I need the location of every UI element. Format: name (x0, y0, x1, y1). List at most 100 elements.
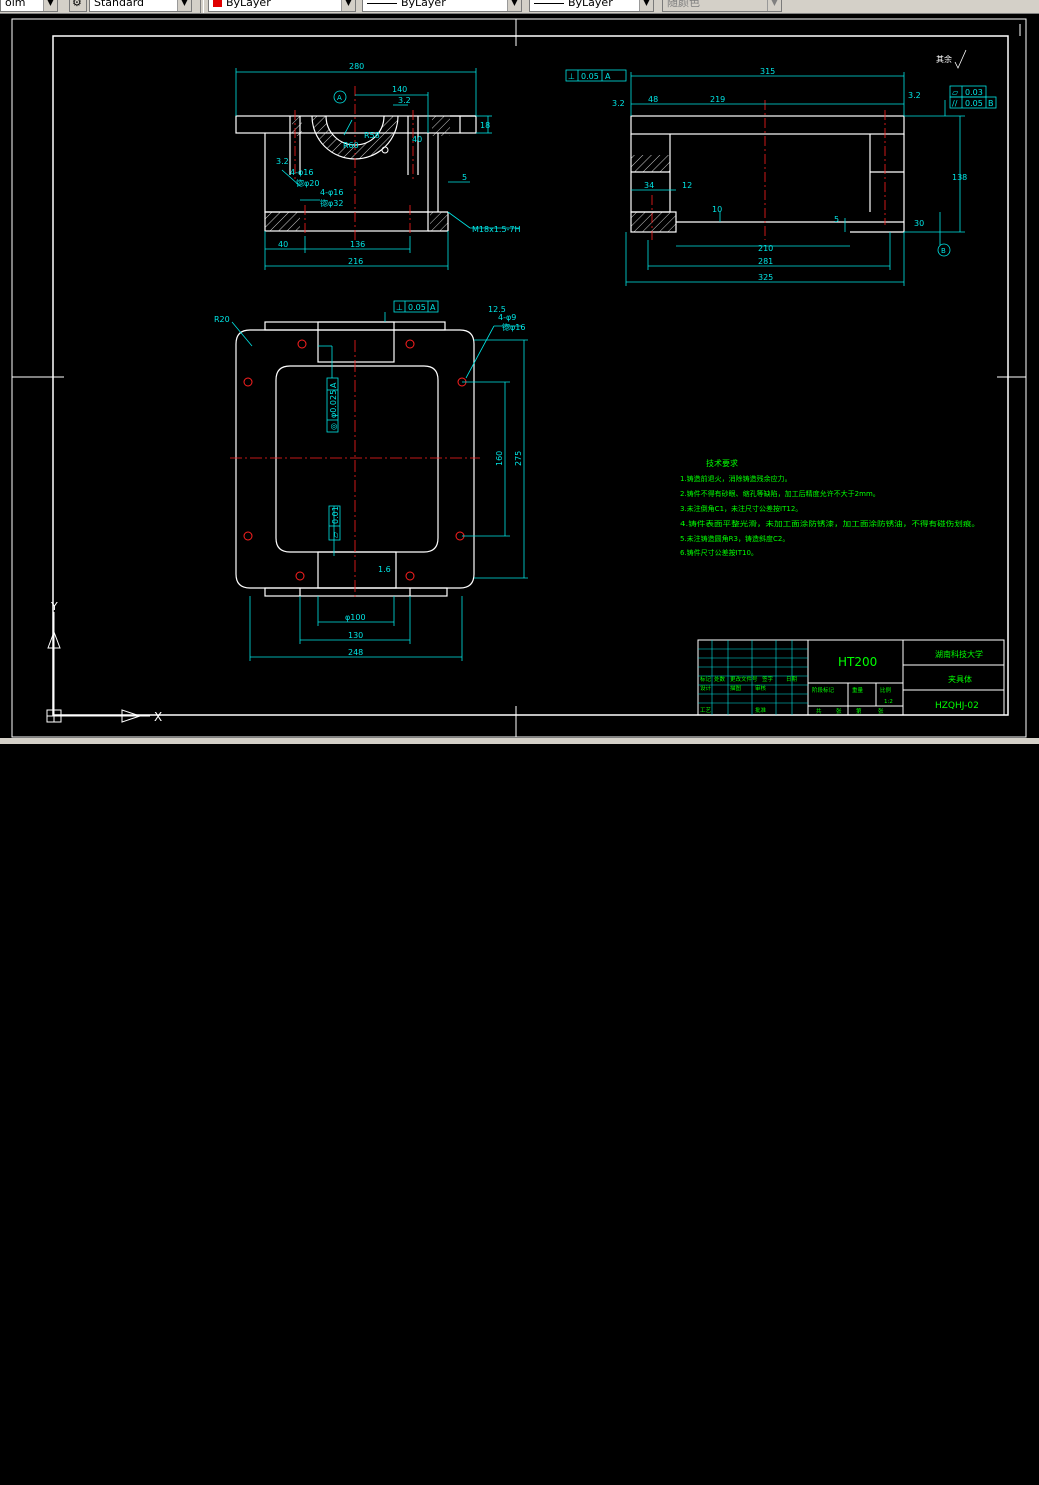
tolerance-datum: A (430, 303, 436, 312)
parallelism-value: 0.05 (965, 99, 983, 108)
part-name: 夹具体 (948, 674, 972, 684)
tech-requirements: 技术要求 1.铸造前退火，消除铸造残余应力。 2.铸件不得有砂眼、缩孔等缺陷，加… (680, 458, 980, 557)
tech-item-3: 3.未注倒角C1，未注尺寸公差按IT12。 (680, 504, 802, 513)
lineweight-select[interactable]: ByLayer ▼ (529, 0, 654, 12)
row-review: 审核 (755, 684, 767, 692)
school-name: 湖南科技大学 (935, 649, 983, 659)
flatness-symbol: ▱ (952, 88, 959, 97)
roughness-3-2: 3.2 (398, 96, 411, 105)
dim-style-select[interactable]: Standard ▼ (89, 0, 192, 12)
drawing-border (52, 35, 1009, 716)
color-swatch (213, 0, 222, 7)
flatness-value: 0.01 (331, 506, 340, 524)
stage-label: 阶段标记 (812, 686, 835, 694)
tech-item-6: 6.铸件尺寸公差按IT10。 (680, 548, 758, 557)
dim-counterbore-20: 锪φ20 (296, 178, 319, 188)
chevron-down-icon[interactable]: ▼ (639, 0, 653, 11)
sheet-outer-frame (11, 18, 1027, 738)
ucs-y-label: Y (50, 600, 58, 613)
header-cell-sign: 签字 (762, 675, 774, 683)
dim-phi100: φ100 (345, 613, 366, 622)
dim-140: 140 (392, 85, 407, 94)
drawing-number: HZQHJ-02 (935, 701, 979, 711)
scale-label: 比例 (880, 686, 892, 694)
datum-b-label: B (941, 247, 946, 255)
dim-40: 40 (412, 135, 422, 144)
dim-30: 30 (914, 219, 924, 228)
properties-toolbar: olm ▼ ⚙ Standard ▼ ByLayer ▼ ByLayer ▼ ByLay… (0, 0, 1039, 14)
dim-4-phi9: 4-φ9 (498, 313, 516, 322)
linetype-select[interactable]: ByLayer ▼ (362, 0, 522, 12)
dim-136: 136 (350, 240, 365, 249)
dim-275: 275 (514, 451, 523, 466)
parallelism-symbol: // (952, 99, 958, 108)
dim-219: 219 (710, 95, 725, 104)
section-hatch (631, 212, 676, 232)
tech-item-2: 2.铸件不得有砂眼、缩孔等缺陷，加工后精度允许不大于2mm。 (680, 489, 880, 498)
ucs-icon: Y X (46, 600, 162, 724)
section-hatch (432, 116, 450, 136)
header-cell-count: 处数 (714, 675, 726, 683)
dim-210: 210 (758, 244, 773, 253)
chevron-down-icon[interactable]: ▼ (177, 0, 191, 11)
text-style-select[interactable]: olm ▼ (0, 0, 58, 12)
roughness-3-2-right: 3.2 (908, 91, 921, 100)
tech-requirements-title: 技术要求 (706, 458, 738, 468)
front-view: A 280 140 3.2 18 R60 R58 40 3.2 4-φ16 锪φ… (235, 62, 521, 270)
dim-34: 34 (644, 181, 654, 190)
section-hatch (265, 212, 300, 231)
dim-counterbore-16: 锪φ16 (502, 322, 525, 332)
dim-160: 160 (495, 451, 504, 466)
dim-315: 315 (760, 67, 775, 76)
sheet-total-label: 共 (816, 707, 822, 715)
roughness-3-2: 3.2 (612, 99, 625, 108)
plot-style-select[interactable]: 随颜色 ▼ (662, 0, 782, 12)
section-hatch (430, 212, 448, 231)
dim-counterbore-32: 锪φ32 (320, 198, 343, 208)
dim-10: 10 (712, 205, 722, 214)
title-block: 标记 处数 更改文件号 签字 日期 设计 描图 审核 工艺 批准 阶段标记 重量… (697, 639, 1005, 716)
dimstyle-icon[interactable]: ⚙ (69, 0, 87, 12)
row-trace: 描图 (730, 684, 742, 692)
chevron-down-icon[interactable]: ▼ (341, 0, 355, 11)
command-line-bar[interactable]: 命令 (0, 738, 1039, 1485)
tolerance-value: 0.05 (581, 72, 599, 81)
centering-marks (12, 19, 1026, 737)
parallelism-datum: B (988, 99, 994, 108)
tech-item-4: 4.铸件表面平整光滑，未加工面涂防锈漆，加工面涂防锈油，不得有碰伤划痕。 (680, 519, 980, 528)
dim-130: 130 (348, 631, 363, 640)
flatness-symbol: ▱ (331, 531, 340, 538)
chevron-down-icon[interactable]: ▼ (43, 0, 57, 11)
dim-216: 216 (348, 257, 363, 266)
dim-281: 281 (758, 257, 773, 266)
dim-5: 5 (834, 215, 839, 224)
tech-item-1: 1.铸造前退火，消除铸造残余应力。 (680, 474, 792, 483)
scale-value: 1:2 (884, 699, 893, 705)
roughness-other-note: 其余 (936, 54, 952, 64)
color-select[interactable]: ByLayer ▼ (208, 0, 356, 12)
section-hatch (631, 155, 670, 172)
linetype-value: ByLayer (401, 0, 446, 9)
roughness-3-2-left: 3.2 (276, 157, 289, 166)
row-process: 工艺 (700, 707, 712, 714)
drawing-canvas[interactable]: A 280 140 3.2 18 R60 R58 40 3.2 4-φ16 锪φ… (0, 14, 1039, 738)
sheet-number-label: 第 (856, 707, 862, 715)
dim-12: 12 (682, 181, 692, 190)
tolerance-value: 0.05 (408, 303, 426, 312)
dim-style-value: Standard (94, 0, 145, 9)
linetype-sample (367, 2, 397, 4)
plot-style-value: 随颜色 (667, 0, 700, 9)
section-hatch (292, 116, 302, 136)
lineweight-sample (534, 2, 564, 4)
chevron-down-icon[interactable]: ▼ (507, 0, 521, 11)
perpendicularity-symbol: ⊥ (396, 303, 403, 312)
row-approve: 批准 (755, 706, 767, 714)
material-label: HT200 (838, 655, 877, 669)
dim-40-bottom: 40 (278, 240, 288, 249)
tolerance-datum: A (605, 72, 611, 81)
chevron-down-icon[interactable]: ▼ (767, 0, 781, 11)
dim-4-phi16-b: 4-φ16 (320, 188, 343, 197)
roughness-1-6: 1.6 (378, 565, 391, 574)
dim-5: 5 (462, 173, 467, 182)
dim-18: 18 (480, 121, 490, 130)
